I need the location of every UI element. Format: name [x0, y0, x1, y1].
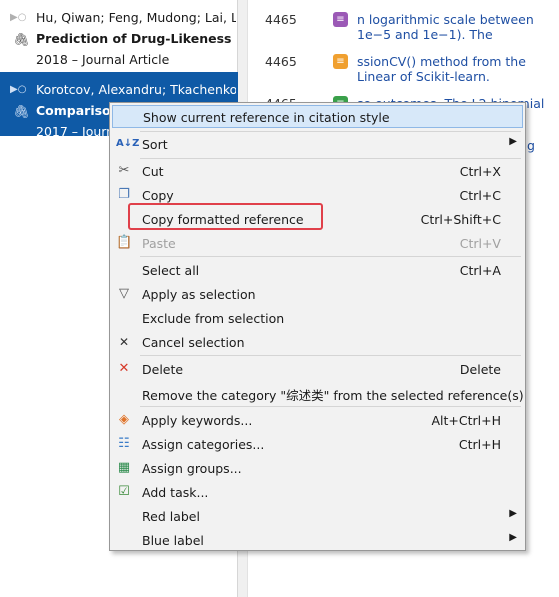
sort-az-icon: A↓Z [116, 138, 140, 149]
note-text: g [527, 138, 535, 153]
note-number: 4465 [265, 54, 297, 69]
reference-item[interactable]: ▶○ 🖇 Hu, Qiwan; Feng, Mudong; Lai, Lu Pr… [0, 0, 238, 67]
menu-item-label: Remove the category "综述类" from the selec… [142, 388, 524, 403]
blue-label-menu-item[interactable]: Blue label ▶ [112, 529, 523, 552]
attachment-icon: 🖇 [13, 33, 30, 48]
menu-item-label: Show current reference in citation style [143, 110, 390, 125]
menu-item-label: Apply keywords... [142, 413, 253, 428]
menu-separator [140, 131, 521, 132]
menu-separator [140, 158, 521, 159]
menu-item-shortcut: Ctrl+X [459, 164, 501, 179]
copy-icon: ❐ [118, 187, 130, 202]
menu-item-label: Paste [142, 236, 176, 251]
menu-item-label: Sort [142, 137, 168, 152]
menu-item-shortcut: Ctrl+H [458, 437, 501, 452]
annotation-highlight-box [128, 203, 323, 230]
menu-item-label: Delete [142, 362, 184, 377]
context-menu: Show current reference in citation style… [109, 102, 526, 551]
speech-bubble-icon: ≡ [333, 54, 348, 69]
keyword-tag-icon: ◈ [119, 412, 129, 427]
menu-item-shortcut: Alt+Ctrl+H [431, 413, 501, 428]
assign-categories-menu-item[interactable]: ☷ Assign categories... Ctrl+H [112, 433, 523, 456]
show-reference-menu-item[interactable]: Show current reference in citation style [112, 105, 523, 128]
menu-item-label: Red label [142, 509, 200, 524]
red-label-menu-item[interactable]: Red label ▶ [112, 505, 523, 528]
submenu-arrow-icon: ▶ [509, 532, 517, 543]
menu-item-label: Add task... [142, 485, 209, 500]
speech-bubble-icon: ≡ [333, 12, 348, 27]
cancel-x-icon: ✕ [118, 335, 130, 349]
menu-item-shortcut: Ctrl+C [459, 188, 501, 203]
delete-menu-item[interactable]: ✕ Delete Delete [112, 358, 523, 381]
exclude-from-selection-menu-item[interactable]: Exclude from selection [112, 307, 523, 330]
apply-as-selection-menu-item[interactable]: ▽ Apply as selection [112, 283, 523, 306]
note-text: ssionCV() method from the Linear of Scik… [357, 54, 526, 84]
sort-menu-item[interactable]: A↓Z Sort ▶ [112, 133, 523, 156]
clipboard-icon: 📋 [116, 235, 133, 250]
groups-icon: ▦ [117, 460, 131, 475]
reference-authors: Hu, Qiwan; Feng, Mudong; Lai, Lu [36, 10, 236, 25]
attachment-icon: 🖇 [13, 105, 30, 120]
app-window: ▶○ 🖇 Hu, Qiwan; Feng, Mudong; Lai, Lu Pr… [0, 0, 559, 597]
reference-title: Prediction of Drug-Likeness Usin [36, 31, 236, 46]
menu-separator [140, 256, 521, 257]
submenu-arrow-icon: ▶ [509, 508, 517, 519]
menu-item-label: Apply as selection [142, 287, 256, 302]
add-task-icon: ☑ [118, 484, 130, 499]
submenu-arrow-icon: ▶ [509, 136, 517, 147]
reference-meta: 2018 – Journal Article [36, 52, 170, 67]
cut-menu-item[interactable]: ✂ Cut Ctrl+X [112, 160, 523, 183]
remove-category-menu-item[interactable]: Remove the category "综述类" from the selec… [112, 381, 524, 404]
menu-item-label: Copy [142, 188, 174, 203]
note-text: n logarithmic scale between 1e−5 and 1e−… [357, 12, 534, 42]
paste-menu-item[interactable]: 📋 Paste Ctrl+V [112, 232, 523, 255]
menu-item-shortcut: Ctrl+V [459, 236, 501, 251]
categories-icon: ☷ [118, 436, 130, 451]
menu-item-label: Assign groups... [142, 461, 242, 476]
menu-item-label: Select all [142, 263, 200, 278]
menu-item-label: Assign categories... [142, 437, 265, 452]
menu-item-label: Cancel selection [142, 335, 245, 350]
flag-icon: ▶○ [10, 84, 27, 95]
menu-separator [140, 406, 521, 407]
scissors-icon: ✂ [118, 163, 130, 178]
menu-separator [140, 355, 521, 356]
menu-item-label: Exclude from selection [142, 311, 285, 326]
select-all-menu-item[interactable]: Select all Ctrl+A [112, 259, 523, 282]
delete-x-icon: ✕ [118, 361, 130, 376]
reference-authors: Korotcov, Alexandru; Tkachenko, [36, 82, 236, 97]
menu-item-shortcut: Ctrl+A [459, 263, 501, 278]
menu-item-label: Blue label [142, 533, 204, 548]
assign-groups-menu-item[interactable]: ▦ Assign groups... [112, 457, 523, 480]
note-number: 4465 [265, 12, 297, 27]
cancel-selection-menu-item[interactable]: ✕ Cancel selection [112, 331, 523, 354]
add-task-menu-item[interactable]: ☑ Add task... [112, 481, 523, 504]
filter-icon: ▽ [119, 286, 129, 301]
flag-icon: ▶○ [10, 12, 27, 23]
menu-item-label: Cut [142, 164, 164, 179]
menu-item-shortcut: Delete [459, 362, 501, 377]
apply-keywords-menu-item[interactable]: ◈ Apply keywords... Alt+Ctrl+H [112, 409, 523, 432]
menu-item-shortcut: Ctrl+Shift+C [420, 212, 501, 227]
